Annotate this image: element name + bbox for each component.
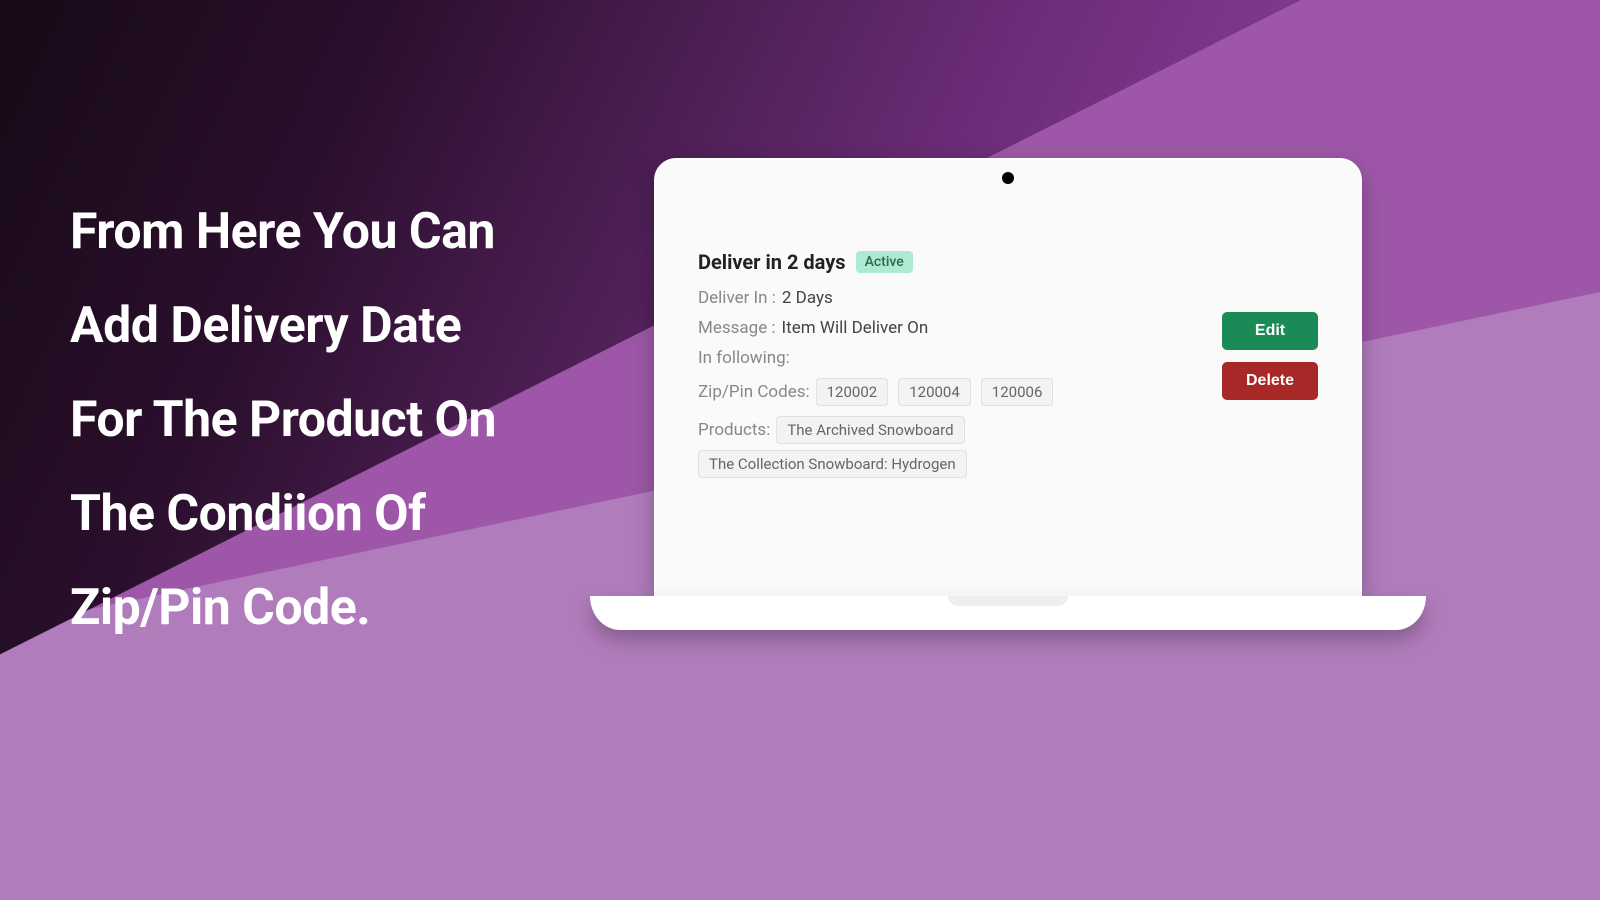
zip-chip: 120004 [898,378,971,406]
page-background: From Here You CanAdd Delivery DateFor Th… [0,0,1600,900]
products-row: Products: The Archived Snowboard The Col… [698,416,1222,478]
edit-button[interactable]: Edit [1222,312,1318,350]
zip-label: Zip/Pin Codes: [698,382,810,402]
message-value: Item Will Deliver On [782,318,929,338]
camera-icon [1002,172,1014,184]
in-following-label: In following: [698,348,790,368]
in-following-row: In following: [698,348,1222,368]
delete-button[interactable]: Delete [1222,362,1318,400]
zip-chip: 120002 [816,378,889,406]
laptop-screen: Deliver in 2 days Active Deliver In : 2 … [654,158,1362,596]
laptop-mockup: Deliver in 2 days Active Deliver In : 2 … [635,158,1381,630]
products-label: Products: [698,420,770,440]
card-title: Deliver in 2 days [698,250,846,274]
deliver-in-value: 2 Days [782,288,833,308]
laptop-base [590,596,1426,630]
delivery-card: Deliver in 2 days Active Deliver In : 2 … [698,250,1318,488]
message-row: Message : Item Will Deliver On [698,318,1222,338]
zip-chip: 120006 [981,378,1054,406]
deliver-in-label: Deliver In : [698,288,776,308]
product-chip: The Collection Snowboard: Hydrogen [698,450,967,478]
zip-codes-row: Zip/Pin Codes: 120002 120004 120006 [698,378,1222,406]
product-chip: The Archived Snowboard [776,416,964,444]
message-label: Message : [698,318,776,338]
status-badge: Active [856,251,913,273]
marketing-headline: From Here You CanAdd Delivery DateFor Th… [70,185,496,655]
deliver-in-row: Deliver In : 2 Days [698,288,1222,308]
